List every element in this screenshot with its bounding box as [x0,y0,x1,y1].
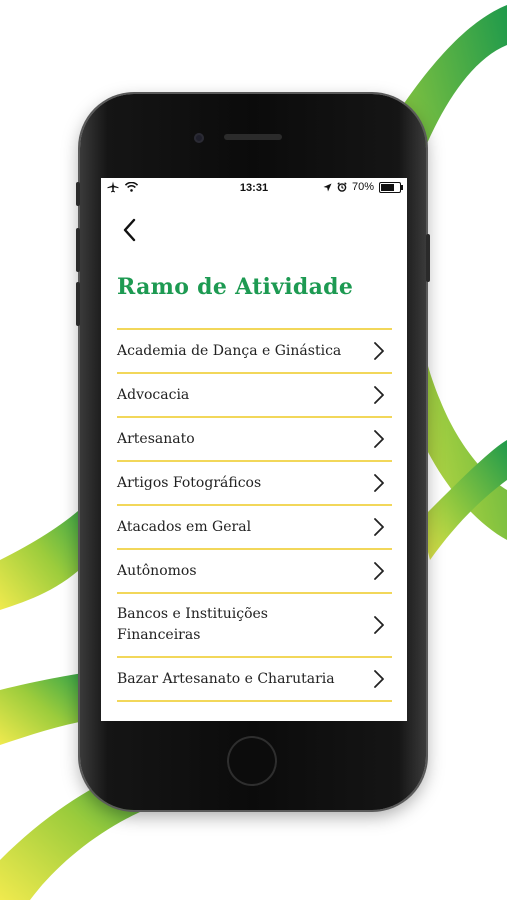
chevron-right-icon [374,670,384,688]
list-item[interactable]: Atacados em Geral [117,506,392,550]
activity-list: Academia de Dança e Ginástica Advocacia Ar… [117,328,392,702]
battery-percentage: 70% [351,181,374,193]
chevron-left-icon [123,218,136,242]
chevron-right-icon [374,518,384,536]
list-item-label: Bazar Artesanato e Charutaria [117,670,335,687]
front-camera [194,133,204,143]
list-item-label: Advocacia [117,386,190,403]
volume-down-button [76,282,80,326]
chevron-right-icon [374,474,384,492]
wave-lower [0,500,90,610]
alarm-icon [337,182,347,192]
list-item[interactable]: Advocacia [117,374,392,418]
location-icon [323,183,332,191]
battery-icon [379,181,403,193]
chevron-right-icon [374,616,384,634]
list-item-label: Academia de Dança e Ginástica [117,342,342,359]
list-item-label: Artigos Fotográficos [117,474,262,491]
list-item-label: Atacados em Geral [117,518,252,535]
phone-device: 13:31 70% Ramo de Atividade Academia de … [76,94,430,810]
list-item[interactable]: Artigos Fotográficos [117,462,392,506]
earpiece-speaker [224,134,282,140]
wave-lower-2 [0,672,90,745]
chevron-right-icon [374,342,384,360]
list-item-label: Bancos e Instituições Financeiras [117,606,268,643]
list-item-label: Autônomos [117,562,197,579]
status-bar: 13:31 70% [101,178,407,198]
list-item[interactable]: Autônomos [117,550,392,594]
list-item-label: Artesanato [117,430,195,447]
back-button[interactable] [117,216,143,244]
list-item[interactable]: Academia de Dança e Ginástica [117,330,392,374]
home-button[interactable] [227,736,277,786]
app-screen: 13:31 70% Ramo de Atividade Academia de … [101,178,407,721]
chevron-right-icon [374,386,384,404]
page-title: Ramo de Atividade [117,274,354,300]
power-button [426,234,430,282]
list-item[interactable]: Bazar Artesanato e Charutaria [117,658,392,702]
volume-up-button [76,228,80,272]
list-item[interactable]: Bancos e Instituições Financeiras [117,594,392,658]
chevron-right-icon [374,562,384,580]
mute-switch [76,182,80,206]
chevron-right-icon [374,430,384,448]
list-item[interactable]: Artesanato [117,418,392,462]
